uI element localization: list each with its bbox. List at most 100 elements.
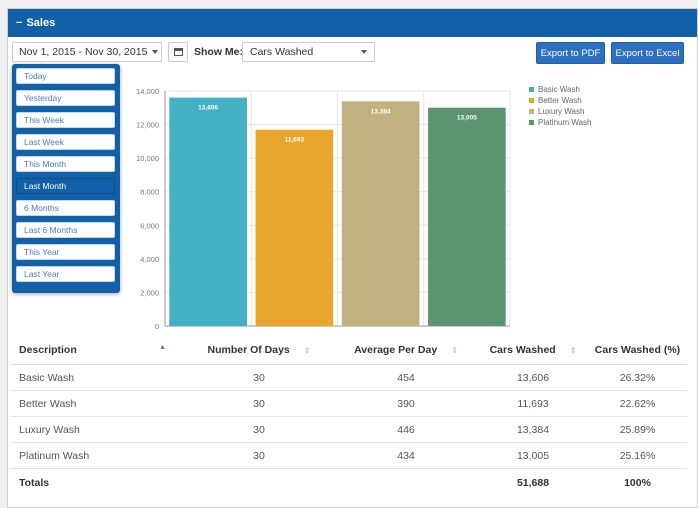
show-me-label: Show Me: xyxy=(194,46,243,58)
chart-legend: Basic Wash Better Wash Luxury Wash Platinum… xyxy=(529,84,592,128)
sales-bar-chart: 0 2,000 4,000 6,000 8,000 10,000 12,000 14,000 1… xyxy=(136,87,511,331)
y-tick-label: 10,000 xyxy=(136,154,159,163)
range-option-this-week[interactable]: This Week xyxy=(16,112,115,128)
panel-title: Sales xyxy=(26,17,56,29)
date-range-value: Nov 1, 2015 - Nov 30, 2015 xyxy=(19,46,148,58)
table-cell: 11,693 xyxy=(517,397,549,410)
calendar-icon xyxy=(173,48,183,56)
range-option-6-months[interactable]: 6 Months xyxy=(16,200,115,216)
range-option-this-month[interactable]: This Month xyxy=(16,156,115,172)
table-cell: 454 xyxy=(397,371,415,384)
bar-data-label: 13,005 xyxy=(457,115,477,122)
chevron-down-icon xyxy=(361,50,367,54)
y-tick-label: 2,000 xyxy=(140,288,159,297)
metric-dropdown[interactable]: Cars Washed xyxy=(242,42,375,62)
range-option-last-week[interactable]: Last Week xyxy=(16,134,115,150)
bar-data-label: 13,384 xyxy=(371,108,391,115)
sales-table: Description ▲ Number Of Days ⇕ Average Pe… xyxy=(11,335,687,497)
totals-cars-washed: 51,688 xyxy=(516,477,550,489)
table-cell: 30 xyxy=(253,423,265,436)
legend-item[interactable]: Platinum Wash xyxy=(529,117,592,128)
range-option-yesterday[interactable]: Yesterday xyxy=(16,90,115,106)
legend-item[interactable]: Basic Wash xyxy=(529,84,592,95)
date-range-dropdown[interactable]: Nov 1, 2015 - Nov 30, 2015 xyxy=(12,42,162,62)
sort-icon: ⇕ xyxy=(451,345,458,355)
legend-item[interactable]: Luxury Wash xyxy=(529,106,592,117)
table-cell: 13,606 xyxy=(516,371,550,384)
table-cell: 390 xyxy=(397,397,415,410)
header-label: Average Per Day xyxy=(354,343,438,356)
table-cell: Platinum Wash xyxy=(19,449,90,462)
toolbar: Nov 1, 2015 - Nov 30, 2015 Show Me: Cars… xyxy=(12,42,698,64)
table-cell: 13,384 xyxy=(516,423,550,436)
legend-label: Basic Wash xyxy=(538,85,580,94)
table-row: Luxury Wash 30 446 13,384 25.89% xyxy=(11,417,687,443)
table-cell: Better Wash xyxy=(19,397,77,410)
legend-label: Better Wash xyxy=(538,96,582,105)
header-number-of-days[interactable]: Number Of Days ⇕ xyxy=(184,344,334,356)
header-label: Number Of Days xyxy=(207,343,290,356)
panel-header[interactable]: − Sales xyxy=(8,9,697,37)
legend-swatch xyxy=(529,98,534,103)
table-cell: 30 xyxy=(253,397,265,410)
bar-luxury-wash xyxy=(341,101,420,326)
range-option-today[interactable]: Today xyxy=(16,68,115,84)
table-cell: 13,005 xyxy=(516,449,550,462)
legend-item[interactable]: Better Wash xyxy=(529,95,592,106)
export-pdf-button[interactable]: Export to PDF xyxy=(536,42,605,64)
chevron-down-icon xyxy=(152,50,159,54)
table-row: Platinum Wash 30 434 13,005 25.16% xyxy=(11,443,687,469)
table-cell: 25.16% xyxy=(619,449,656,462)
range-option-this-year[interactable]: This Year xyxy=(16,244,115,260)
calendar-button[interactable] xyxy=(168,42,188,62)
header-label: Description xyxy=(19,343,77,356)
table-row: Better Wash 30 390 11,693 22.62% xyxy=(11,391,687,417)
y-tick-label: 14,000 xyxy=(136,87,159,96)
table-cell: 446 xyxy=(397,423,415,436)
table-cell: 30 xyxy=(253,449,265,462)
bar-basic-wash xyxy=(169,97,247,326)
table-cell: 30 xyxy=(253,371,265,384)
y-tick-label: 6,000 xyxy=(140,221,159,230)
range-option-last-6-months[interactable]: Last 6 Months xyxy=(16,222,115,238)
y-tick-label: 4,000 xyxy=(140,255,159,264)
sort-icon: ⇕ xyxy=(303,345,311,355)
y-tick-label: 8,000 xyxy=(140,188,159,197)
table-cell: 434 xyxy=(397,449,415,462)
totals-pct: 100% xyxy=(624,477,651,489)
bar-data-label: 11,693 xyxy=(285,137,305,144)
table-cell: Luxury Wash xyxy=(19,423,80,436)
bar-platinum-wash xyxy=(428,107,506,326)
range-option-last-year[interactable]: Last Year xyxy=(16,266,115,282)
header-cars-washed[interactable]: Cars Washed ⇕ xyxy=(478,344,588,356)
sort-asc-icon: ▲ xyxy=(159,343,166,351)
table-row: Basic Wash 30 454 13,606 26.32% xyxy=(11,365,687,391)
export-excel-button[interactable]: Export to Excel xyxy=(611,42,684,64)
header-label: Cars Washed xyxy=(489,343,556,356)
y-tick-label: 0 xyxy=(155,322,159,331)
legend-swatch xyxy=(529,120,534,125)
sort-icon: ⇕ xyxy=(569,345,577,355)
date-range-menu: Today Yesterday This Week Last Week This Mon… xyxy=(12,64,120,293)
range-option-last-month[interactable]: Last Month xyxy=(16,178,115,194)
collapse-icon[interactable]: − xyxy=(16,17,22,29)
y-tick-label: 12,000 xyxy=(136,121,159,130)
header-description[interactable]: Description ▲ xyxy=(11,344,184,356)
header-label: Cars Washed (%) xyxy=(594,343,681,356)
legend-label: Luxury Wash xyxy=(538,107,585,116)
table-header-row: Description ▲ Number Of Days ⇕ Average Pe… xyxy=(11,335,687,365)
table-body: Basic Wash 30 454 13,606 26.32% Better Wash 30… xyxy=(11,365,687,469)
table-cell: 22.62% xyxy=(619,397,656,410)
header-cars-washed-pct[interactable]: Cars Washed (%) xyxy=(588,344,687,356)
table-cell: 26.32% xyxy=(619,371,656,384)
legend-swatch xyxy=(529,109,534,114)
bar-data-label: 13,606 xyxy=(198,105,218,112)
legend-swatch xyxy=(529,87,534,92)
legend-label: Platinum Wash xyxy=(538,118,592,127)
header-average-per-day[interactable]: Average Per Day ⇕ xyxy=(334,344,478,356)
bar-better-wash xyxy=(255,129,334,326)
totals-row: Totals 51,688 100% xyxy=(11,469,687,497)
table-cell: Basic Wash xyxy=(19,371,75,384)
table-cell: 25.89% xyxy=(619,423,656,436)
metric-value: Cars Washed xyxy=(250,46,314,58)
